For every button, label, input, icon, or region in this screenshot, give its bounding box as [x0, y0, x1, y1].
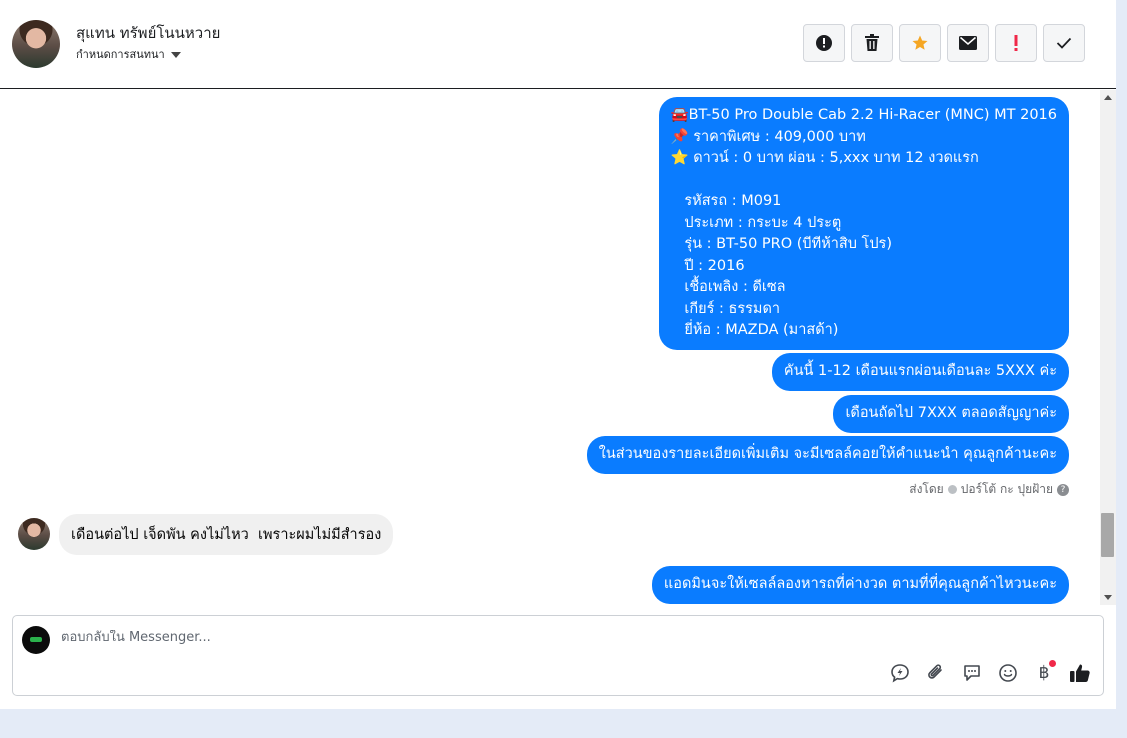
baht-icon: ฿: [1038, 663, 1050, 683]
conversation-header: สุแทน ทรัพย์โนนหวาย กำหนดการสนทนา: [0, 0, 1116, 89]
spam-button[interactable]: [803, 24, 845, 62]
sent-by-label: ส่งโดย: [909, 482, 944, 496]
message-thread[interactable]: 🚘BT-50 Pro Double Cab 2.2 Hi-Racer (MNC)…: [0, 90, 1100, 605]
like-button[interactable]: [1069, 662, 1091, 684]
paperclip-icon: [928, 664, 942, 679]
customer-avatar: [18, 518, 50, 550]
chat-bolt-icon: [891, 664, 909, 683]
outgoing-message-admin-reply: แอดมินจะให้เซลล์ลองหารถที่ค่างวด ตามที่ท…: [651, 566, 1069, 604]
important-button[interactable]: [995, 24, 1037, 62]
attach-button[interactable]: [925, 662, 947, 684]
thread-scrollbar[interactable]: [1100, 90, 1116, 605]
payment-button[interactable]: ฿: [1033, 660, 1056, 684]
scroll-thumb[interactable]: [1101, 513, 1114, 557]
smiley-icon: [999, 664, 1017, 682]
notification-dot: [1049, 660, 1056, 667]
verified-icon: [947, 485, 957, 494]
conversation-toolbar: [803, 24, 1085, 62]
composer-tools: ฿: [889, 660, 1091, 684]
emoji-button[interactable]: [997, 662, 1019, 684]
caret-down-icon: [170, 52, 181, 58]
comments-button[interactable]: [961, 662, 983, 684]
conversation-panel: สุแทน ทรัพย์โนนหวาย กำหนดการสนทนา 🚘BT-50…: [0, 0, 1116, 709]
exclamation-icon: [1014, 35, 1018, 51]
done-button[interactable]: [1043, 24, 1085, 62]
mail-button[interactable]: [947, 24, 989, 62]
envelope-icon: [959, 36, 977, 50]
sent-by-info: ส่งโดย ปอร์โต้ กะ ปุยฝ้าย ?: [909, 480, 1069, 499]
thumbs-up-icon: [1070, 664, 1090, 682]
reply-input[interactable]: [61, 630, 861, 645]
checkmark-icon: [1056, 37, 1072, 49]
outgoing-message-details-note: ในส่วนของรายละเอียดเพิ่มเติม จะมีเซลล์คอ…: [586, 436, 1069, 474]
scroll-down-arrow-icon[interactable]: [1104, 595, 1112, 600]
help-icon[interactable]: ?: [1057, 483, 1069, 496]
incoming-message-customer-reply: เดือนต่อไป เจ็ดพัน คงไม่ไหว เพราะผมไม่มี…: [59, 514, 394, 555]
trash-icon: [865, 34, 879, 51]
contact-avatar[interactable]: [12, 20, 60, 68]
assign-label: กำหนดการสนทนา: [76, 48, 165, 61]
reply-composer: ฿: [12, 615, 1104, 696]
speech-bubble-icon: [964, 665, 980, 681]
scroll-up-arrow-icon[interactable]: [1104, 95, 1112, 100]
outgoing-message-installment-first: คันนี้ 1-12 เดือนแรกผ่อนเดือนละ 5XXX ค่ะ: [771, 353, 1069, 391]
star-icon: [912, 35, 928, 50]
contact-name[interactable]: สุแทน ทรัพย์โนนหวาย: [76, 21, 220, 45]
delete-button[interactable]: [851, 24, 893, 62]
assign-conversation[interactable]: กำหนดการสนทนา: [76, 45, 181, 63]
outgoing-message-installment-next: เดือนถัดไป 7XXX ตลอดสัญญาค่ะ: [833, 395, 1069, 433]
page-avatar: [22, 626, 50, 654]
outgoing-message-car-details: 🚘BT-50 Pro Double Cab 2.2 Hi-Racer (MNC)…: [658, 97, 1069, 350]
alert-circle-icon: [816, 35, 832, 51]
saved-reply-button[interactable]: [889, 662, 911, 684]
star-button[interactable]: [899, 24, 941, 62]
sent-by-name: ปอร์โต้ กะ ปุยฝ้าย: [960, 482, 1053, 496]
